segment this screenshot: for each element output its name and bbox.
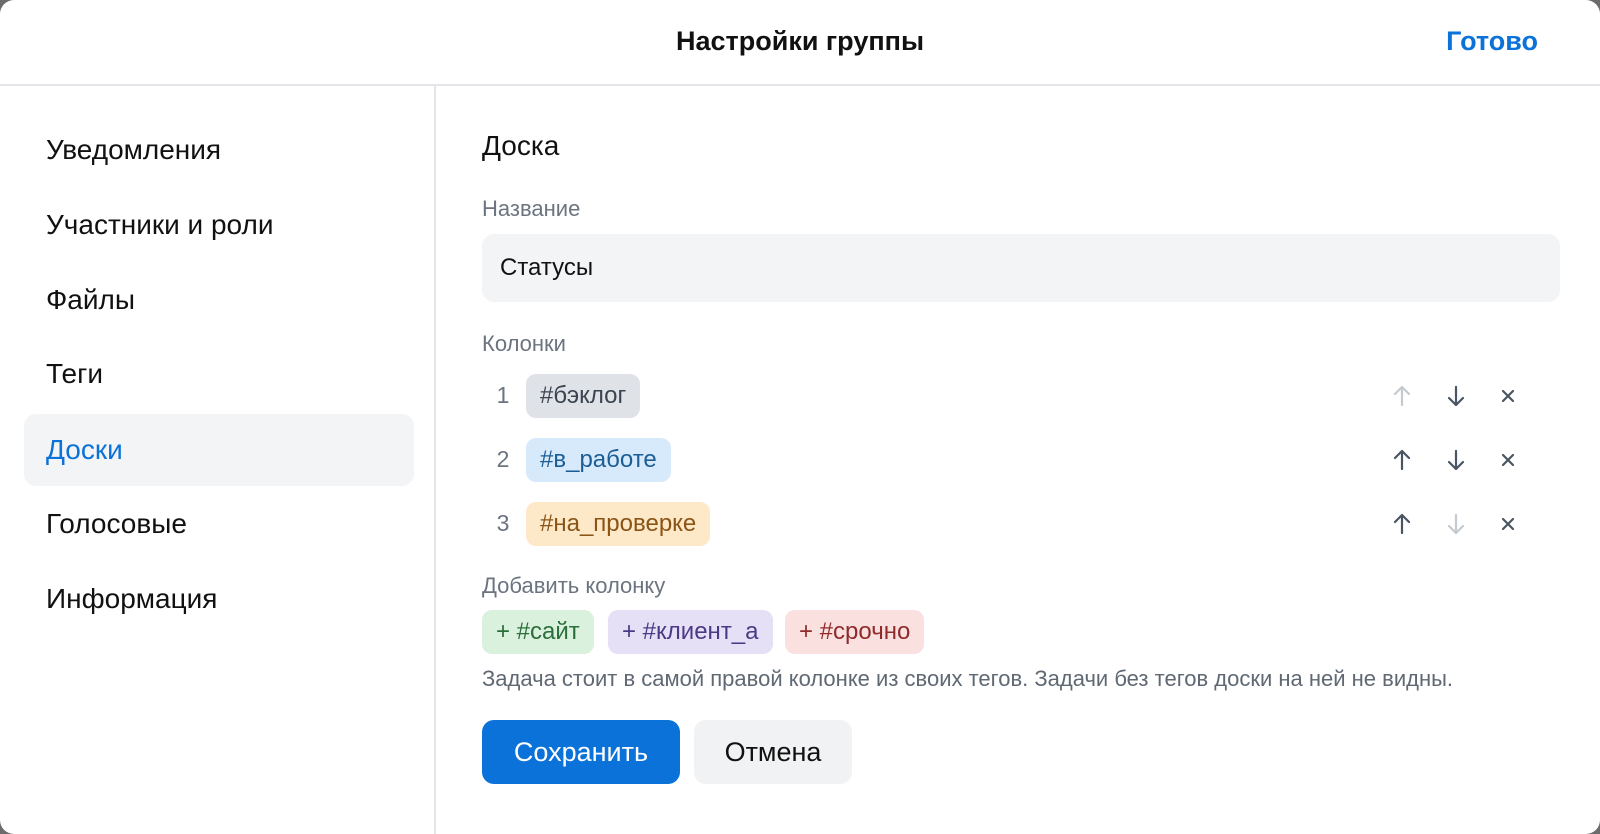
add-column-label: Добавить колонку — [482, 573, 666, 598]
done-button[interactable]: Готово — [1446, 26, 1538, 57]
cancel-button[interactable]: Отмена — [694, 720, 852, 784]
sidebar-item-voice[interactable]: Голосовые — [24, 488, 414, 560]
column-tag: #бэклог — [526, 374, 641, 418]
save-button[interactable]: Сохранить — [482, 720, 680, 784]
sidebar-item-notifications[interactable]: Уведомления — [24, 114, 414, 186]
board-settings-panel: Доска Название Колонки 1 #бэклог 2 #в_ра… — [436, 86, 1600, 834]
move-down-button[interactable] — [1436, 376, 1476, 416]
add-chip-site[interactable]: + #сайт — [482, 610, 594, 654]
column-tag: #в_работе — [526, 438, 671, 482]
settings-sidebar: Уведомления Участники и роли Файлы Теги … — [0, 86, 436, 834]
section-title: Доска — [482, 130, 560, 161]
column-index: 3 — [496, 510, 510, 536]
column-tag: #на_проверке — [526, 502, 711, 546]
dialog-header: Настройки группы Готово — [0, 0, 1600, 86]
column-row: 3 #на_проверке — [482, 502, 1560, 548]
sidebar-item-members-roles[interactable]: Участники и роли — [24, 189, 414, 261]
move-up-button[interactable] — [1382, 440, 1422, 480]
add-column-chips: + #сайт + #клиент_а + #срочно — [482, 610, 1560, 656]
column-row: 1 #бэклог — [482, 374, 1560, 420]
add-chip-client-a[interactable]: + #клиент_а — [608, 610, 773, 654]
name-label: Название — [482, 196, 581, 221]
move-up-button[interactable] — [1382, 376, 1422, 416]
move-down-button[interactable] — [1436, 440, 1476, 480]
close-icon — [1501, 389, 1515, 403]
close-icon — [1501, 453, 1515, 467]
remove-column-button[interactable] — [1488, 504, 1528, 544]
arrow-down-icon — [1447, 385, 1465, 407]
arrow-up-icon — [1393, 385, 1411, 407]
dialog-title: Настройки группы — [675, 26, 925, 56]
columns-label: Колонки — [482, 331, 566, 356]
move-down-button[interactable] — [1436, 504, 1476, 544]
board-name-input[interactable] — [482, 234, 1560, 302]
arrow-down-icon — [1447, 513, 1465, 535]
column-index: 1 — [496, 382, 510, 408]
column-index: 2 — [496, 446, 510, 472]
sidebar-item-files[interactable]: Файлы — [24, 264, 414, 336]
add-chip-urgent[interactable]: + #срочно — [785, 610, 925, 654]
remove-column-button[interactable] — [1488, 376, 1528, 416]
arrow-up-icon — [1393, 513, 1411, 535]
arrow-down-icon — [1447, 449, 1465, 471]
settings-dialog: Настройки группы Готово Уведомления Учас… — [0, 0, 1600, 834]
close-icon — [1501, 517, 1515, 531]
remove-column-button[interactable] — [1488, 440, 1528, 480]
arrow-up-icon — [1393, 449, 1411, 471]
sidebar-item-tags[interactable]: Теги — [24, 338, 414, 410]
sidebar-item-info[interactable]: Информация — [24, 563, 414, 635]
sidebar-item-boards[interactable]: Доски — [24, 414, 414, 486]
board-hint-text: Задача стоит в самой правой колонке из с… — [482, 666, 1454, 691]
column-row: 2 #в_работе — [482, 438, 1560, 484]
move-up-button[interactable] — [1382, 504, 1422, 544]
